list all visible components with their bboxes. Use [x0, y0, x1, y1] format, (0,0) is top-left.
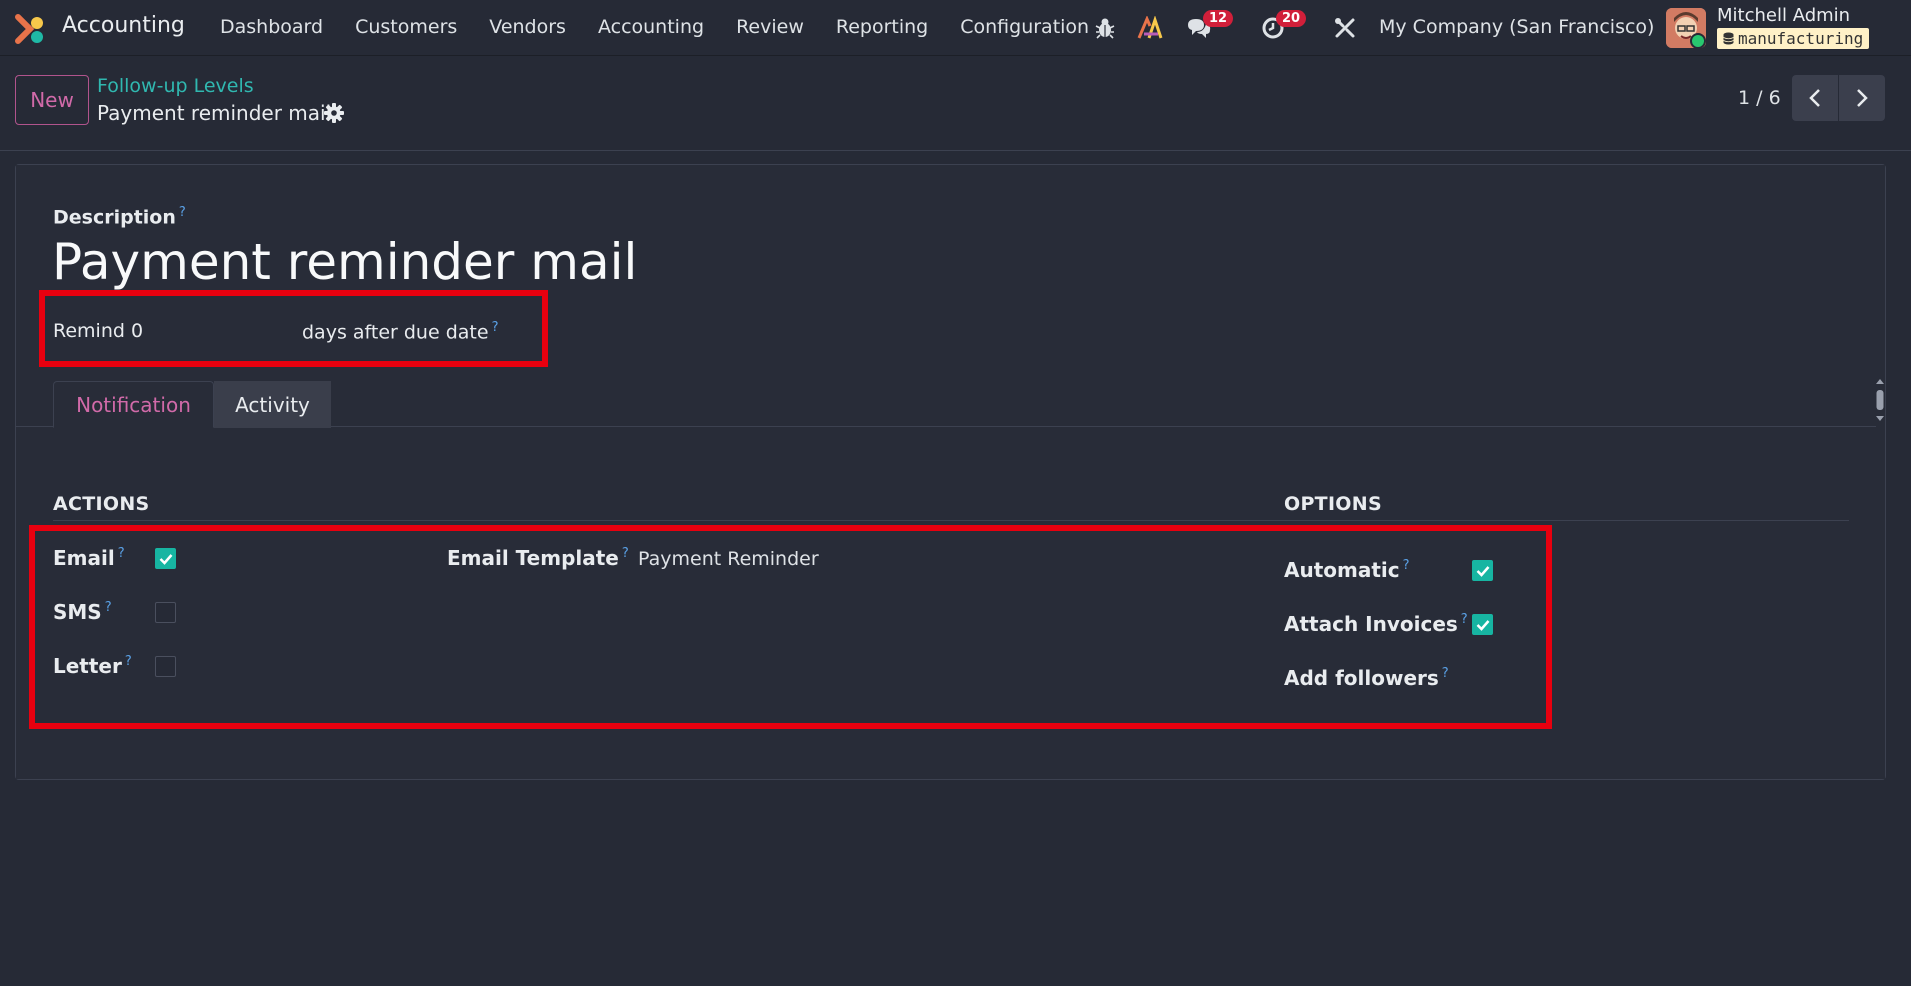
menu-vendors[interactable]: Vendors [489, 16, 566, 38]
menu-reporting[interactable]: Reporting [836, 16, 928, 38]
breadcrumb-followup-levels[interactable]: Follow-up Levels [97, 75, 254, 97]
actions-divider [53, 520, 1284, 521]
main-menu: Dashboard Customers Vendors Accounting R… [220, 16, 1121, 38]
app-name[interactable]: Accounting [62, 13, 185, 38]
help-tooltip-icon[interactable]: ? [179, 205, 186, 220]
company-switcher[interactable]: My Company (San Francisco) [1379, 16, 1654, 38]
options-divider [1284, 520, 1849, 521]
database-badge: manufacturing [1717, 28, 1870, 49]
chevron-right-icon [1857, 89, 1868, 107]
pager-next-button[interactable] [1839, 75, 1885, 121]
breadcrumb-current-record: Payment reminder mail [97, 101, 332, 125]
control-panel: New Follow-up Levels Payment reminder ma… [0, 57, 1911, 151]
pager-previous-button[interactable] [1792, 75, 1838, 121]
activities-count-badge: 20 [1276, 10, 1307, 27]
pager-counter[interactable]: 1 / 6 [1738, 87, 1781, 109]
options-section-title: OPTIONS [1284, 493, 1382, 515]
tab-activity[interactable]: Activity [214, 381, 331, 428]
online-status-dot [1690, 33, 1706, 49]
new-button[interactable]: New [15, 75, 89, 125]
database-name: manufacturing [1738, 29, 1864, 48]
form-tabs: Notification Activity [16, 381, 1876, 428]
menu-accounting[interactable]: Accounting [598, 16, 704, 38]
description-label: Description? [53, 205, 186, 229]
chevron-left-icon [1809, 89, 1820, 107]
top-navbar: Accounting Dashboard Customers Vendors A… [0, 0, 1911, 56]
studio-icon[interactable] [1136, 14, 1164, 42]
scrollbar[interactable] [1875, 377, 1885, 423]
record-title-input[interactable]: Payment reminder mail [52, 233, 637, 291]
menu-review[interactable]: Review [736, 16, 804, 38]
menu-configuration[interactable]: Configuration [960, 16, 1089, 38]
menu-dashboard[interactable]: Dashboard [220, 16, 323, 38]
menu-customers[interactable]: Customers [355, 16, 457, 38]
highlight-box-remind [39, 290, 548, 367]
debug-bug-icon[interactable] [1094, 16, 1116, 40]
tools-icon[interactable] [1331, 14, 1359, 42]
messages-count-badge: 12 [1203, 10, 1234, 27]
gear-icon[interactable] [323, 102, 345, 124]
tab-notification[interactable]: Notification [53, 381, 214, 428]
user-name[interactable]: Mitchell Admin [1717, 5, 1850, 26]
highlight-box-actions-options [29, 525, 1552, 729]
form-sheet: Description? Payment reminder mail Remin… [15, 164, 1886, 780]
database-icon [1723, 32, 1734, 45]
actions-section-title: ACTIONS [53, 493, 150, 515]
accounting-app-icon[interactable] [14, 13, 46, 45]
